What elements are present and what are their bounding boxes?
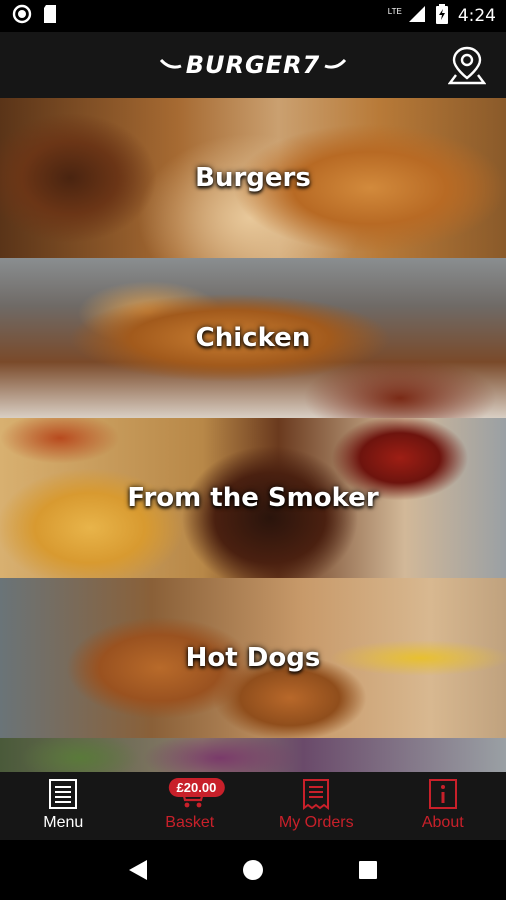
nav-about-label: About bbox=[421, 814, 464, 831]
back-triangle-icon bbox=[128, 860, 147, 880]
network-type: LTE bbox=[387, 6, 402, 16]
status-bar: LTE 4:24 bbox=[0, 0, 506, 32]
basket-total-badge: £20.00 bbox=[168, 778, 225, 797]
sd-card-icon bbox=[42, 4, 58, 29]
category-burgers[interactable]: Burgers bbox=[0, 98, 506, 258]
status-right: LTE 4:24 bbox=[387, 3, 496, 29]
nav-about[interactable]: About bbox=[380, 772, 506, 840]
nav-basket[interactable]: £20.00 Basket bbox=[127, 772, 254, 840]
home-button[interactable] bbox=[233, 850, 273, 890]
nav-my-orders-label: My Orders bbox=[278, 814, 354, 831]
nav-menu[interactable]: Menu bbox=[0, 772, 127, 840]
logo-horn-left-icon bbox=[159, 58, 182, 69]
status-left bbox=[12, 4, 58, 29]
record-icon bbox=[12, 4, 32, 29]
category-list: Burgers Chicken From the Smoker Hot Dogs bbox=[0, 98, 506, 772]
partial-category-image bbox=[0, 738, 506, 772]
category-from-the-smoker[interactable]: From the Smoker bbox=[0, 418, 506, 578]
nav-menu-label: Menu bbox=[43, 814, 84, 831]
logo-horn-right-icon bbox=[324, 58, 347, 69]
recents-button[interactable] bbox=[348, 850, 388, 890]
category-partial[interactable] bbox=[0, 738, 506, 772]
android-nav-bar bbox=[0, 840, 506, 900]
back-button[interactable] bbox=[118, 850, 158, 890]
category-hot-dogs[interactable]: Hot Dogs bbox=[0, 578, 506, 738]
home-circle-icon bbox=[242, 860, 263, 880]
nav-my-orders[interactable]: My Orders bbox=[253, 772, 380, 840]
menu-book-icon bbox=[49, 779, 78, 809]
app-header: BURGER7 bbox=[0, 32, 506, 98]
category-label: Hot Dogs bbox=[185, 643, 321, 673]
battery-icon bbox=[435, 3, 448, 29]
category-label: Chicken bbox=[195, 323, 311, 353]
location-button[interactable] bbox=[446, 44, 488, 86]
info-icon bbox=[428, 779, 457, 809]
brand-logo: BURGER7 bbox=[159, 51, 347, 79]
nav-basket-label: Basket bbox=[165, 814, 215, 831]
recents-square-icon bbox=[359, 861, 378, 879]
category-label: Burgers bbox=[195, 163, 311, 193]
category-chicken[interactable]: Chicken bbox=[0, 258, 506, 418]
status-time: 4:24 bbox=[457, 6, 496, 26]
map-pin-icon bbox=[448, 46, 486, 85]
category-label: From the Smoker bbox=[127, 483, 379, 513]
brand-name: BURGER7 bbox=[185, 51, 321, 79]
bottom-nav: Menu £20.00 Basket My Orders About bbox=[0, 772, 506, 840]
signal-icon bbox=[408, 5, 426, 28]
receipt-icon bbox=[303, 779, 330, 810]
